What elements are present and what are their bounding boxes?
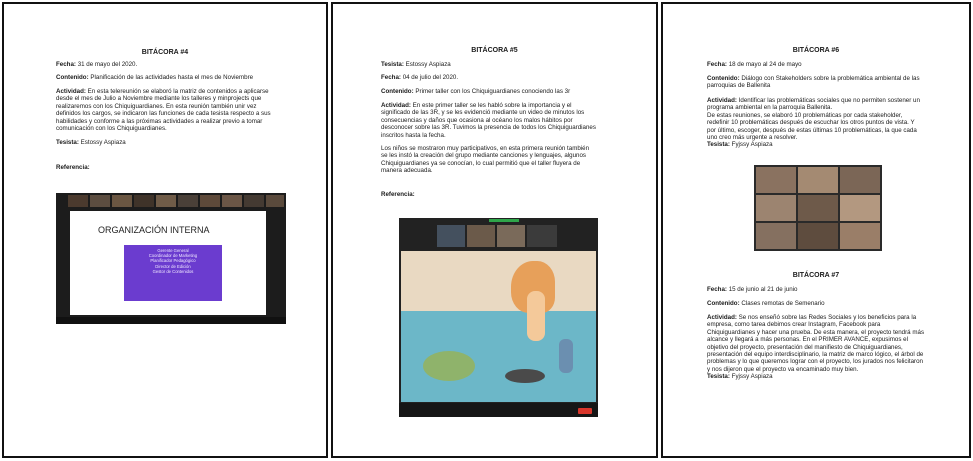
second-paragraph: Los niños se mostraron muy participativo…: [381, 145, 590, 175]
contenido-line: Contenido: Diálogo con Stakeholders sobr…: [707, 75, 920, 90]
page-title: BITÁCORA #4: [141, 49, 189, 56]
participant-tile: [200, 195, 220, 207]
slide-role-box: Gerente General Coordinador de Marketing…: [124, 245, 222, 301]
fecha-line: Fecha: 04 de julio del 2020.: [381, 74, 459, 81]
participant-tile: [756, 223, 796, 249]
referencia-label: Referencia:: [56, 164, 90, 171]
participant-tile: [798, 195, 838, 221]
document-page-2: BITÁCORA #5 Tesista: Estossy Aspiaza Fec…: [331, 2, 658, 458]
zoom-screenshot: [399, 218, 598, 417]
participant-tile: [266, 195, 284, 207]
participant-tile: [527, 225, 557, 247]
actividad-paragraph: Actividad: En este primer taller se les …: [381, 102, 596, 139]
participant-tile: [156, 195, 176, 207]
tesista-line: Tesista: Estossy Aspiaza: [381, 61, 451, 68]
participant-tile: [437, 225, 465, 247]
participant-tile: [840, 195, 880, 221]
participant-tile: [134, 195, 154, 207]
contenido-line: Contenido: Primer taller con los Chiquig…: [381, 88, 571, 95]
page-title-2: BITÁCORA #7: [792, 272, 840, 279]
zoom-gallery-screenshot: [754, 165, 882, 251]
participant-tile: [244, 195, 264, 207]
video-frame: [401, 251, 596, 402]
participant-tile: [756, 195, 796, 221]
rock-illustration: [505, 369, 545, 383]
participant-tile: [68, 195, 88, 207]
participant-tile: [840, 167, 880, 193]
participant-tile: [840, 223, 880, 249]
figure-illustration: [527, 291, 545, 341]
participant-tile: [112, 195, 132, 207]
actividad-paragraph: Actividad: Identificar las problemáticas…: [707, 97, 920, 149]
fecha-line: Fecha: 18 de mayo al 24 de mayo: [707, 61, 802, 68]
participant-tile: [756, 167, 796, 193]
participant-tile: [467, 225, 495, 247]
recording-indicator: [489, 219, 519, 222]
slide-title: ORGANIZACIÓN INTERNA: [98, 225, 210, 235]
page-title: BITÁCORA #6: [792, 47, 840, 54]
document-page-1: BITÁCORA #4 Fecha: 31 de mayo del 2020. …: [2, 2, 328, 458]
zoom-toolbar: [56, 317, 286, 324]
fecha-line-2: Fecha: 15 de junio al 21 de junio: [707, 286, 798, 293]
end-meeting-button[interactable]: [578, 408, 592, 414]
child-illustration: [559, 339, 573, 373]
zoom-screenshot: ORGANIZACIÓN INTERNA Gerente General Coo…: [56, 193, 286, 324]
zoom-toolbar: [399, 403, 598, 417]
presentation-slide: ORGANIZACIÓN INTERNA Gerente General Coo…: [70, 211, 266, 315]
participant-tile: [798, 167, 838, 193]
page-title: BITÁCORA #5: [471, 47, 518, 54]
participant-tile: [90, 195, 110, 207]
referencia-label: Referencia:: [381, 191, 415, 198]
fecha-line: Fecha: 31 de mayo del 2020.: [56, 61, 138, 68]
participant-tile: [497, 225, 525, 247]
participant-tile: [178, 195, 198, 207]
participant-tile: [798, 223, 838, 249]
participant-tile: [222, 195, 242, 207]
actividad-paragraph: Actividad: En esta telereunión se elabor…: [56, 88, 271, 133]
actividad-paragraph-2: Actividad: Se nos enseñó sobre las Redes…: [707, 314, 925, 381]
contenido-line-2: Contenido: Clases remotas de Semenario: [707, 300, 825, 307]
tesista-line: Tesista: Estossy Aspiaza: [56, 139, 126, 146]
contenido-line: Contenido: Planificación de las activida…: [56, 74, 254, 81]
document-page-3: BITÁCORA #6 Fecha: 18 de mayo al 24 de m…: [661, 2, 971, 458]
turtle-illustration: [423, 351, 475, 381]
